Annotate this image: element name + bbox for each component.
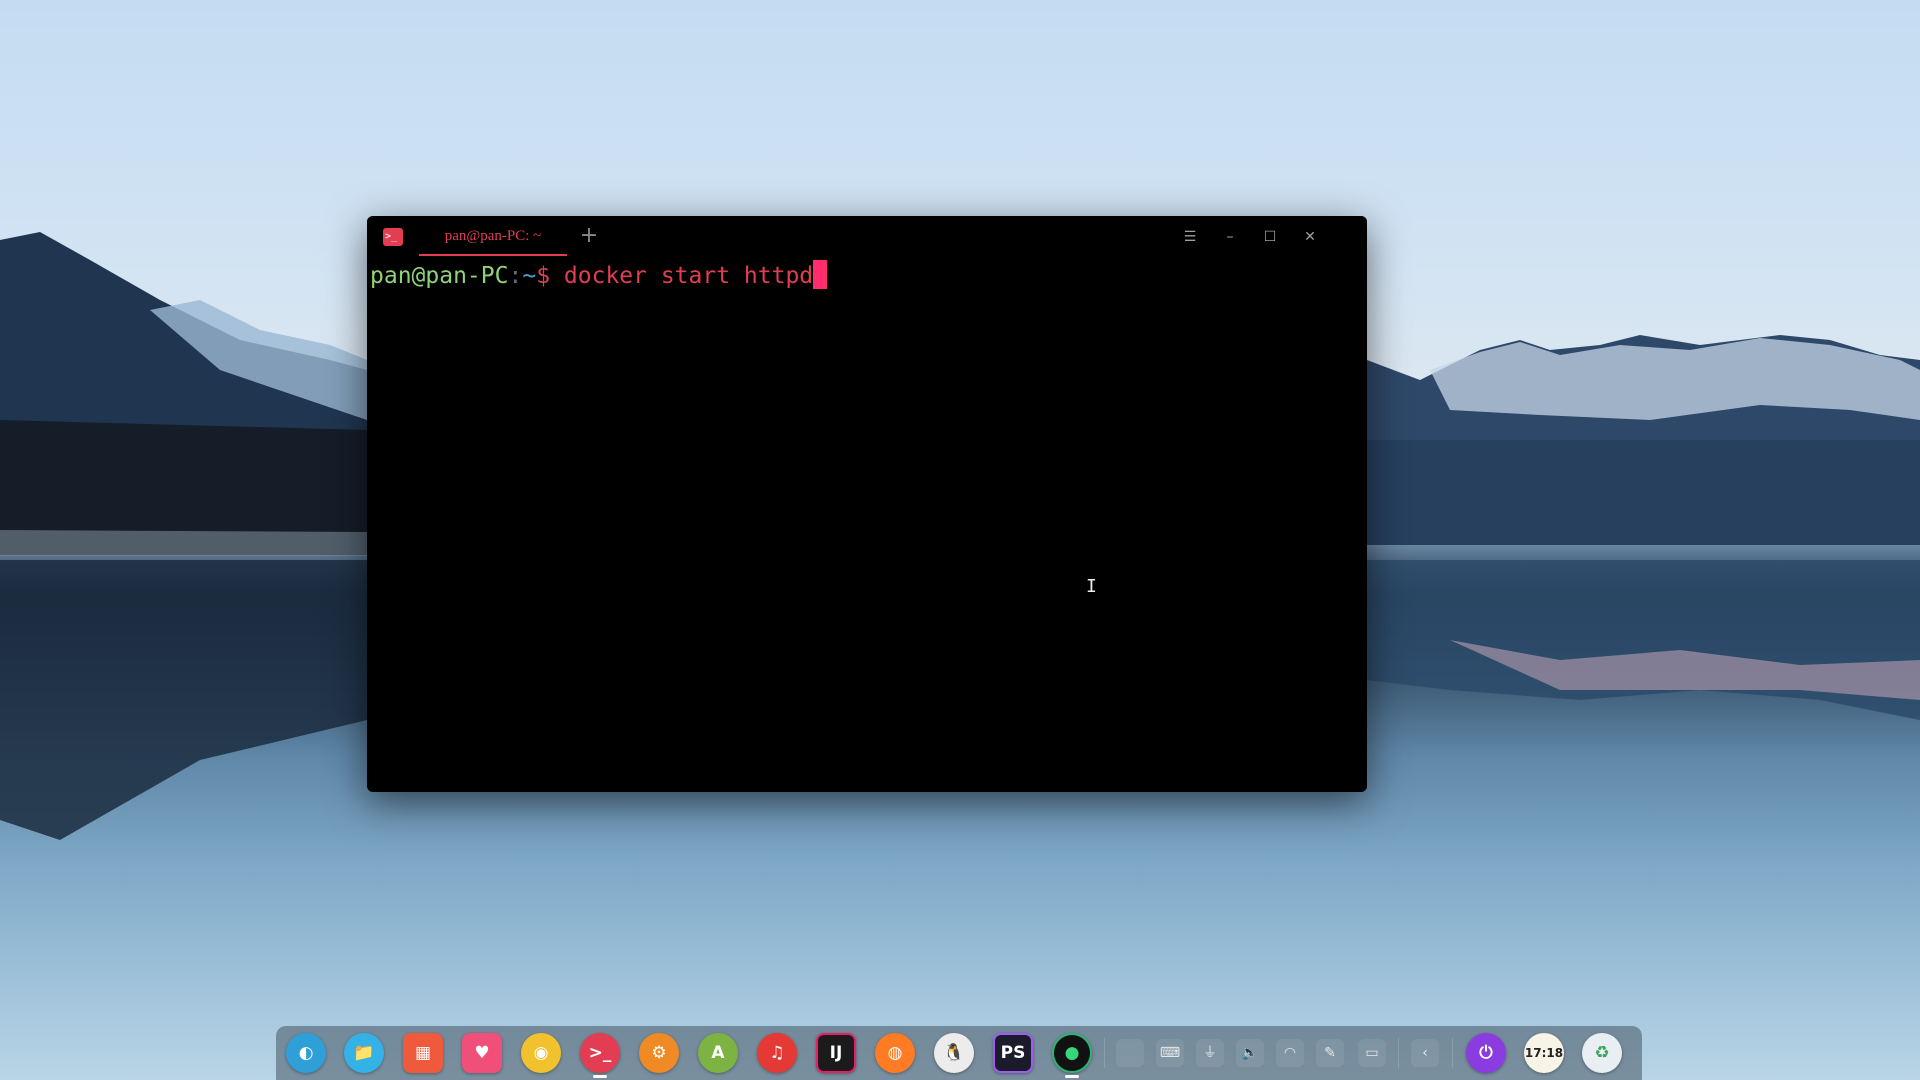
dock-divider — [1104, 1038, 1105, 1068]
terminal-titlebar[interactable]: >_ pan@pan-PC: ~ + ☰ – ☐ ✕ — [367, 216, 1367, 256]
android-studio-icon[interactable]: A — [698, 1033, 738, 1073]
command-text: docker start httpd — [550, 263, 814, 289]
close-button[interactable]: ✕ — [1297, 224, 1323, 250]
firefox-icon[interactable]: ◍ — [875, 1033, 915, 1073]
dock-divider — [1452, 1038, 1453, 1068]
power-icon[interactable]: ⏻ — [1466, 1033, 1506, 1073]
active-indicator — [593, 1075, 607, 1078]
music-icon[interactable]: ♫ — [757, 1033, 797, 1073]
terminal-window[interactable]: >_ pan@pan-PC: ~ + ☰ – ☐ ✕ pan@pan-PC:~$… — [367, 216, 1367, 792]
blank-tray-icon[interactable] — [1116, 1039, 1144, 1067]
maximize-button[interactable]: ☐ — [1257, 224, 1283, 250]
qq-icon[interactable]: 🐧 — [934, 1033, 974, 1073]
prompt-path: ~ — [522, 263, 537, 289]
terminal-icon[interactable]: >_ — [580, 1033, 620, 1073]
chrome-icon[interactable]: ◉ — [521, 1033, 561, 1073]
dock: ◐ 📁 ▦ ♥ ◉ >_ ⚙ A ♫ IJ ◍ 🐧 PS ● ⌨ ⏚ 🔈 ◠ ✎… — [276, 1026, 1642, 1080]
prompt-symbol: $ — [536, 263, 551, 289]
file-manager-icon[interactable]: 📁 — [344, 1033, 384, 1073]
system-settings-icon[interactable]: ⚙ — [639, 1033, 679, 1073]
collapse-tray-icon[interactable]: ‹ — [1411, 1039, 1439, 1067]
intellij-idea-icon[interactable]: IJ — [816, 1033, 856, 1073]
battery-icon[interactable]: ▭ — [1358, 1039, 1386, 1067]
new-tab-button[interactable]: + — [575, 222, 603, 250]
prompt-colon: : — [508, 263, 523, 289]
terminal-app-icon: >_ — [383, 228, 403, 246]
menu-button[interactable]: ☰ — [1177, 224, 1203, 250]
clock-widget[interactable]: 17:18 — [1524, 1033, 1564, 1073]
minimize-button[interactable]: – — [1217, 224, 1243, 250]
pen-icon[interactable]: ✎ — [1316, 1039, 1344, 1067]
tab-terminal[interactable]: pan@pan-PC: ~ — [419, 216, 567, 256]
terminal-output[interactable]: pan@pan-PC:~$ docker start httpd — [370, 260, 1367, 792]
keyboard-icon[interactable]: ⌨ — [1156, 1039, 1184, 1067]
wifi-icon[interactable]: ◠ — [1276, 1039, 1304, 1067]
dock-divider — [1398, 1038, 1399, 1068]
volume-icon[interactable]: 🔈 — [1236, 1039, 1264, 1067]
camera-icon[interactable]: ● — [1052, 1033, 1092, 1073]
app-store-icon[interactable]: ♥ — [462, 1033, 502, 1073]
active-indicator — [1065, 1075, 1079, 1078]
prompt-user: pan@pan-PC — [370, 263, 509, 289]
tab-title: pan@pan-PC: ~ — [444, 228, 542, 244]
multitasking-view-icon[interactable]: ▦ — [403, 1033, 443, 1073]
phpstorm-icon[interactable]: PS — [993, 1033, 1033, 1073]
text-cursor — [813, 260, 828, 289]
ibeam-cursor-icon: I — [1086, 576, 1097, 597]
trash-icon[interactable]: ♻ — [1582, 1033, 1622, 1073]
usb-icon[interactable]: ⏚ — [1196, 1039, 1224, 1067]
deepin-launcher-icon[interactable]: ◐ — [286, 1033, 326, 1073]
